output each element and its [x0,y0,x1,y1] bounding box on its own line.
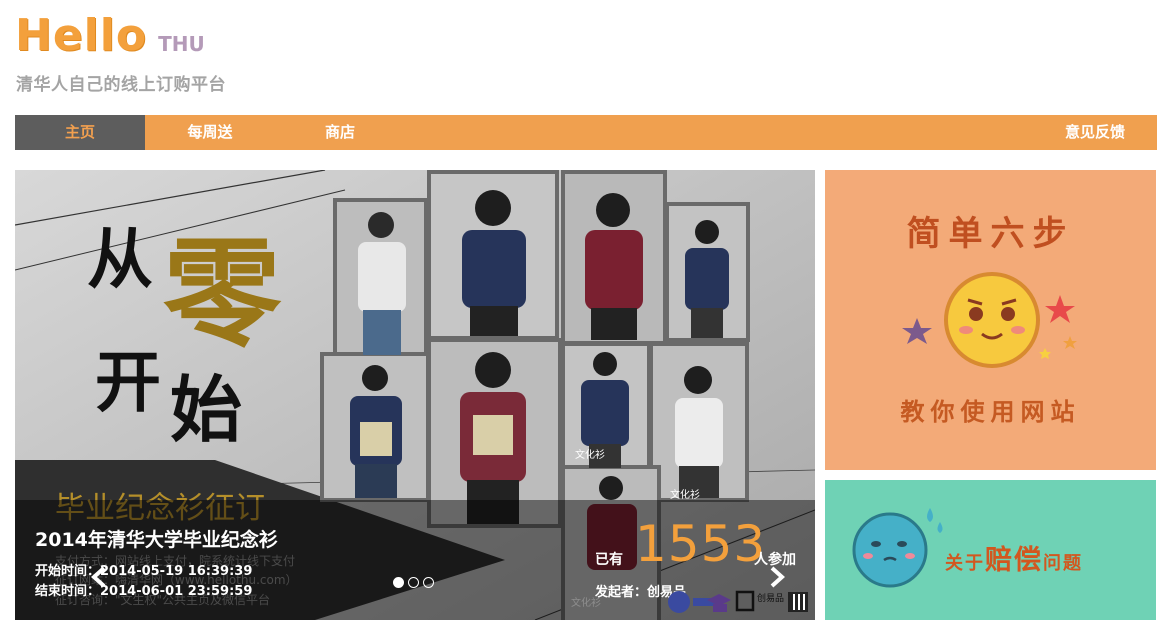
logo[interactable]: Hello THU [15,12,205,60]
tagline: 清华人自己的线上订购平台 [16,75,226,95]
start-label: 开始时间： [35,564,101,579]
participant-prefix: 已有 [595,552,623,568]
sponsor-label: 发起者： [595,585,648,600]
end-label: 结束时间： [35,584,101,599]
sad-face-icon [852,508,943,588]
nav-home[interactable]: 主页 [15,115,145,150]
carousel-dot-1[interactable] [393,577,404,588]
nav-feedback[interactable]: 意见反馈 [1050,115,1140,150]
participant-suffix: 人参加 [754,552,796,568]
six-steps-panel[interactable]: 简单六步 教你使用网站 [825,170,1156,470]
banner-carousel[interactable]: 从 零 开 始 毕业纪念衫征订 支付方式：网站线上支付，院系统计线下支付 征订网… [15,170,815,620]
carousel-dot-3[interactable] [423,577,434,588]
nav-weekly[interactable]: 每周送 [165,115,255,150]
logo-main: Hello [15,10,148,61]
event-start: 开始时间：2014-05-19 16:39:39 [35,560,252,579]
event-title[interactable]: 2014年清华大学毕业纪念衫 [35,525,278,552]
smiley-face-icon [902,272,1077,368]
logo-sub: THU [158,32,205,56]
participant-count: 1553 [635,515,767,573]
brand-small: 创易品 [757,592,784,604]
compensation-panel[interactable]: 关于赔偿问题 [825,480,1156,620]
comp-post: 问题 [1043,553,1083,574]
main-nav: 主页 每周送 商店 意见反馈 [15,115,1157,150]
slide-word-1: 从 [87,221,153,298]
slide-word-3: 开 [95,344,161,421]
end-time: 2014-06-01 23:59:59 [100,584,253,599]
slide-word-4: 始 [170,368,242,452]
shirt-tag-1: 文化衫 [575,448,605,461]
qr-code-icon [788,592,808,612]
event-end: 结束时间：2014-06-01 23:59:59 [35,580,252,599]
sponsor-logos: 创易品 [668,590,784,613]
slide-word-2: 零 [163,225,282,363]
carousel-dots [393,573,438,592]
comp-pre: 关于 [945,553,985,574]
carousel-dot-2[interactable] [408,577,419,588]
steps-subtitle: 教你使用网站 [900,398,1081,426]
comp-big: 赔偿 [985,545,1043,576]
compensation-text: 关于赔偿问题 [945,538,1083,577]
nav-shop[interactable]: 商店 [305,115,375,150]
steps-title: 简单六步 [906,214,1075,254]
start-time: 2014-05-19 16:39:39 [100,564,253,579]
